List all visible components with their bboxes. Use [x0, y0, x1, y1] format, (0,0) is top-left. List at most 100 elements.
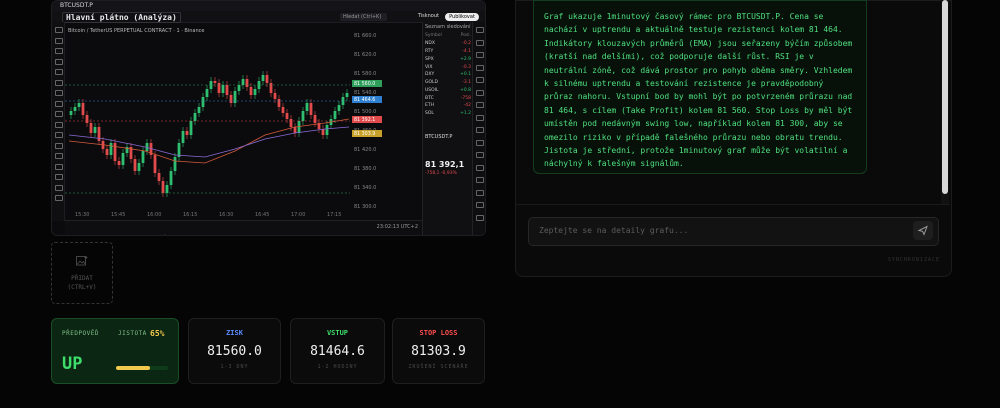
timeframe-button[interactable]: 1Y [140, 235, 146, 236]
wl-col-symbol: Symbol [425, 33, 442, 39]
watchlist-row[interactable]: SPX +2.9 [423, 55, 473, 63]
sidebar-tool-icon[interactable] [476, 27, 484, 33]
candle-body [273, 93, 277, 99]
drawing-tool-icon[interactable] [55, 69, 63, 75]
drawing-tool-icon[interactable] [55, 121, 63, 128]
wl-col-last: Posl. [460, 33, 471, 39]
wl-symbol: VIX [425, 64, 433, 70]
drawing-tool-icon[interactable] [55, 100, 63, 107]
wl-change: -42 [463, 103, 471, 109]
drawing-tool-icon[interactable] [55, 195, 63, 201]
timeframe-bar[interactable]: 1D 5D 1M 3M6M YTD 1Y 5Y Vše 23:02:13 UTC+2 [65, 220, 422, 235]
candle-body [197, 107, 201, 113]
sidebar-tool-icon[interactable] [476, 114, 484, 121]
timeframe-button[interactable]: YTD [126, 235, 136, 236]
image-add-icon [76, 256, 88, 266]
send-icon [917, 225, 928, 236]
drawing-tool-icon[interactable] [55, 174, 63, 180]
sidebar-tool-icon[interactable] [476, 152, 484, 158]
drawing-tool-icon[interactable] [55, 184, 63, 191]
candle-body [165, 185, 169, 193]
time-tick-label: 16:30 [219, 212, 233, 218]
sidebar-tool-icon[interactable] [476, 202, 484, 208]
sidebar-tool-icon[interactable] [476, 52, 484, 58]
chat-input[interactable]: Zeptejte se na detaily grafu... [528, 217, 939, 246]
candle-body [109, 143, 113, 155]
time-tick-label: 16:45 [255, 212, 269, 218]
sidebar-tool-icon[interactable] [476, 102, 484, 108]
price-flag: 81 303.9 [352, 130, 382, 137]
right-toolbar[interactable] [472, 22, 485, 235]
stop-loss-card: STOP LOSS 81303.9 ZRUŠENÍ SCÉNÁŘE [392, 318, 485, 384]
candle-body [241, 79, 245, 85]
drawing-tool-icon[interactable] [55, 163, 63, 170]
watchlist-row[interactable]: DXY +0.1 [423, 71, 473, 79]
watchlist-row[interactable]: RTY -4.1 [423, 48, 473, 56]
timeframe-button[interactable]: 5Y [150, 235, 156, 236]
chart-screenshot[interactable]: BTCUSDT.P Hledat (Ctrl+K) Tisknout Publi… [51, 0, 486, 236]
chat-scrollbar-thumb[interactable] [942, 0, 948, 194]
candle-body [225, 85, 229, 95]
timeframe-button[interactable]: 1M [91, 235, 99, 236]
sidebar-tool-icon[interactable] [476, 164, 484, 171]
watchlist-row[interactable]: VIX -0.3 [423, 63, 473, 71]
candle-body [345, 93, 349, 97]
sidebar-tool-icon[interactable] [476, 77, 484, 83]
sidebar-tool-icon[interactable] [476, 64, 484, 71]
wl-symbol: SPX [425, 56, 434, 62]
timeframe-button[interactable]: 1D [69, 235, 76, 236]
timeframe-button[interactable]: 6M [114, 235, 122, 236]
drawing-tool-icon[interactable] [55, 79, 63, 86]
candle-body [221, 85, 225, 93]
wl-change: -4.1 [462, 48, 471, 54]
print-button[interactable]: Tisknout [418, 13, 439, 19]
drawing-tool-icon[interactable] [55, 132, 63, 138]
candle-body [277, 99, 281, 107]
sidebar-tool-icon[interactable] [476, 89, 484, 96]
sidebar-tool-icon[interactable] [476, 177, 484, 183]
watchlist-row[interactable]: NDX -0.2 [423, 40, 473, 48]
drawing-tool-icon[interactable] [55, 27, 63, 33]
send-button[interactable] [913, 221, 933, 240]
timeframe-button[interactable]: 3M [103, 235, 111, 236]
candlestick-plot[interactable]: 15:30 15:45 16:00 16:15 16:30 16:45 17:00 17:15 [65, 23, 350, 219]
candle-body [157, 173, 161, 181]
watchlist-row[interactable]: USOIL +0.8 [423, 86, 473, 94]
chart-search-input[interactable]: Hledat (Ctrl+K) [340, 13, 387, 21]
prediction-direction: UP [62, 354, 83, 374]
watchlist-row[interactable]: BTC -758 [423, 94, 473, 102]
wl-symbol: RTY [425, 48, 434, 54]
sidebar-tool-icon[interactable] [476, 127, 484, 133]
candle-body [121, 153, 125, 165]
drawing-tool-icon[interactable] [55, 111, 63, 117]
sidebar-tool-icon[interactable] [476, 189, 484, 196]
sidebar-tool-icon[interactable] [476, 139, 484, 146]
publish-button[interactable]: Publikovat [445, 13, 479, 21]
drawing-tool-icon[interactable] [55, 153, 63, 159]
panel-divider [515, 204, 950, 205]
time-tick-label: 15:45 [111, 212, 125, 218]
drawing-tool-icon[interactable] [55, 58, 63, 65]
watchlist-row[interactable]: SOL +1.2 [423, 110, 473, 118]
candle-body [249, 87, 253, 95]
add-image-dropzone[interactable]: PŘIDAT (CTRL+V) [51, 242, 113, 304]
time-tick-label: 17:15 [327, 212, 341, 218]
sidebar-tool-icon[interactable] [476, 39, 484, 46]
drawing-toolbar[interactable] [52, 22, 65, 221]
watchlist-row[interactable]: GOLD -3.1 [423, 79, 473, 87]
candle-body [105, 149, 109, 155]
drawing-tool-icon[interactable] [55, 48, 63, 54]
timeframe-button[interactable]: 5D [80, 235, 87, 236]
drawing-tool-icon[interactable] [55, 90, 63, 96]
candle-body [253, 89, 257, 95]
price-flag: 81 464.6 [352, 96, 382, 103]
timeframe-button[interactable]: Vše [160, 235, 169, 236]
confidence-label: JISTOTA [118, 330, 147, 337]
drawing-tool-icon[interactable] [55, 142, 63, 149]
watchlist-row[interactable]: ETH -42 [423, 102, 473, 110]
sync-status: SYNCHRONIZACE [887, 257, 940, 263]
sidebar-tool-icon[interactable] [476, 214, 484, 221]
drawing-tool-icon[interactable] [55, 37, 63, 44]
candle-body [81, 103, 85, 115]
price-tick-label: 81 300.0 [354, 204, 376, 210]
